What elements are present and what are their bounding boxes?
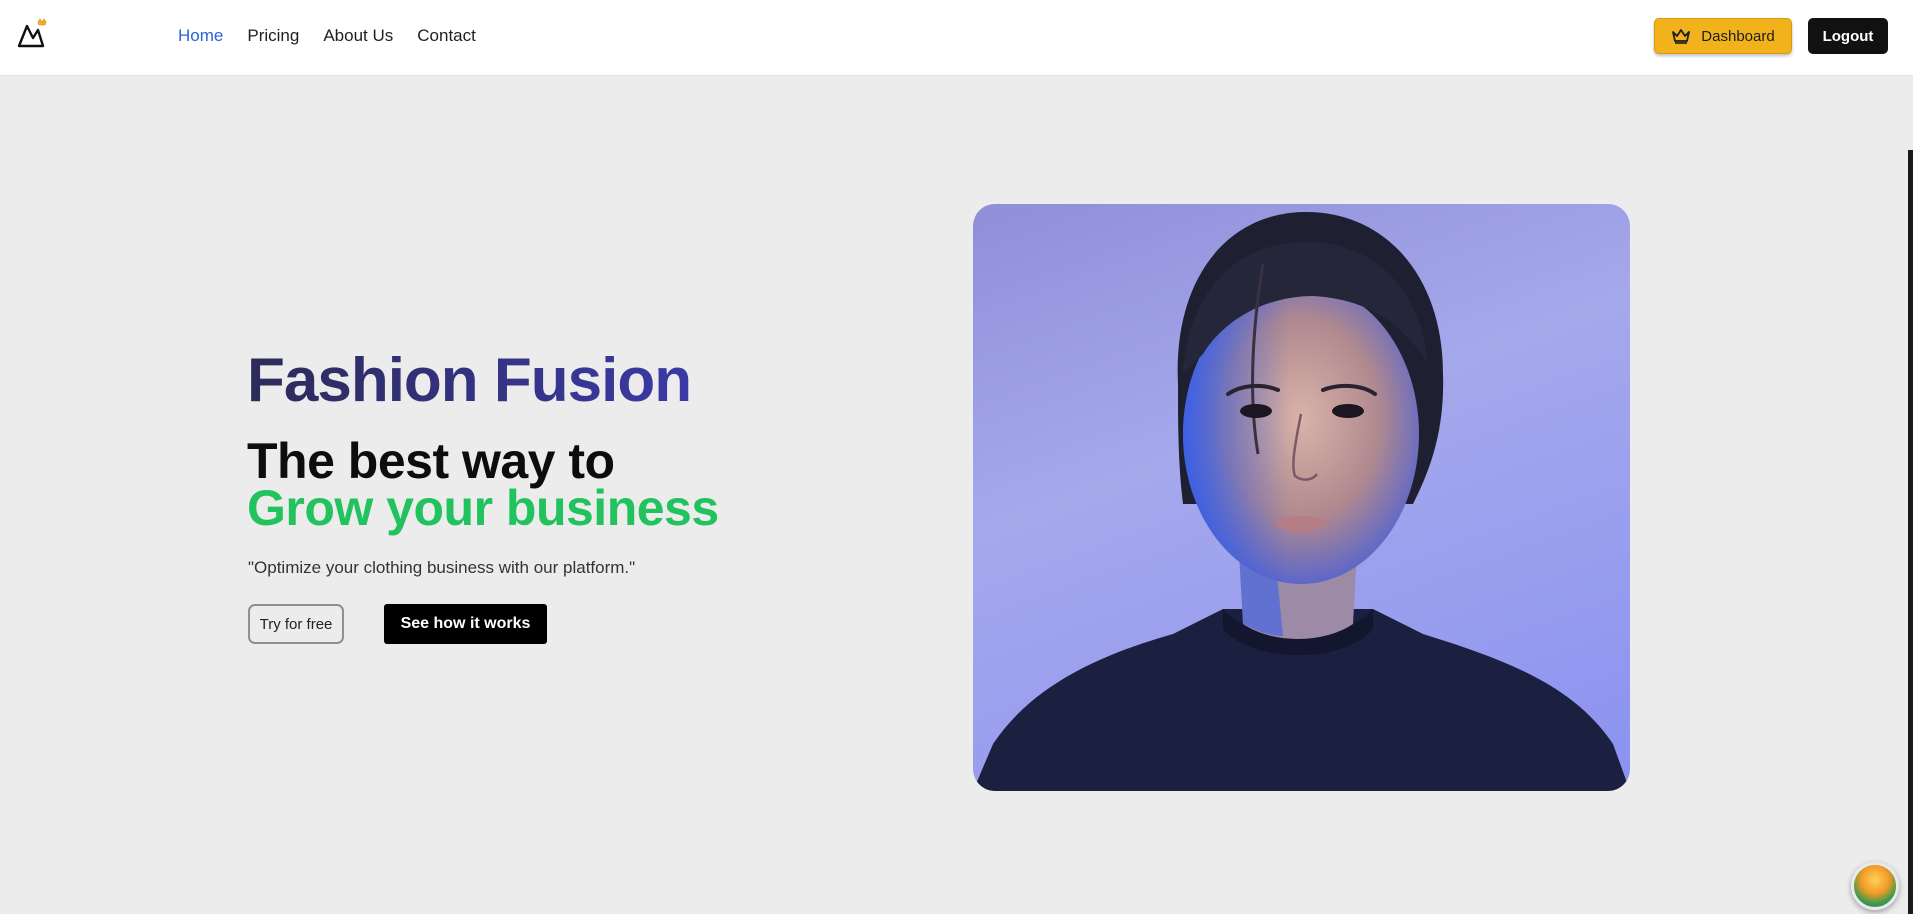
beach-widget-icon[interactable] [1851, 862, 1899, 910]
see-how-it-works-button[interactable]: See how it works [384, 604, 547, 644]
main-nav: Home Pricing About Us Contact [178, 0, 476, 72]
logo-icon[interactable] [16, 18, 50, 50]
hero-subtitle: "Optimize your clothing business with ou… [248, 558, 636, 577]
nav-pricing[interactable]: Pricing [247, 26, 299, 46]
crown-icon [1672, 29, 1691, 44]
logout-button[interactable]: Logout [1808, 18, 1888, 54]
portrait-illustration [973, 211, 1630, 791]
try-for-free-label: Try for free [259, 615, 333, 633]
dashboard-button[interactable]: Dashboard [1654, 18, 1792, 54]
hero-portrait-image [973, 204, 1630, 791]
nav-home[interactable]: Home [178, 26, 223, 46]
hero-headline-line2: Grow your business [247, 480, 719, 536]
dashboard-label: Dashboard [1701, 27, 1775, 45]
logout-label: Logout [1822, 27, 1874, 45]
see-how-it-works-label: See how it works [400, 615, 531, 632]
nav-contact[interactable]: Contact [417, 26, 476, 46]
site-header: Home Pricing About Us Contact Dashboard … [0, 0, 1913, 76]
page-scrollbar[interactable] [1908, 150, 1913, 914]
nav-about-us[interactable]: About Us [323, 26, 393, 46]
try-for-free-button[interactable]: Try for free [248, 604, 344, 644]
hero-title: Fashion Fusion [247, 346, 692, 415]
